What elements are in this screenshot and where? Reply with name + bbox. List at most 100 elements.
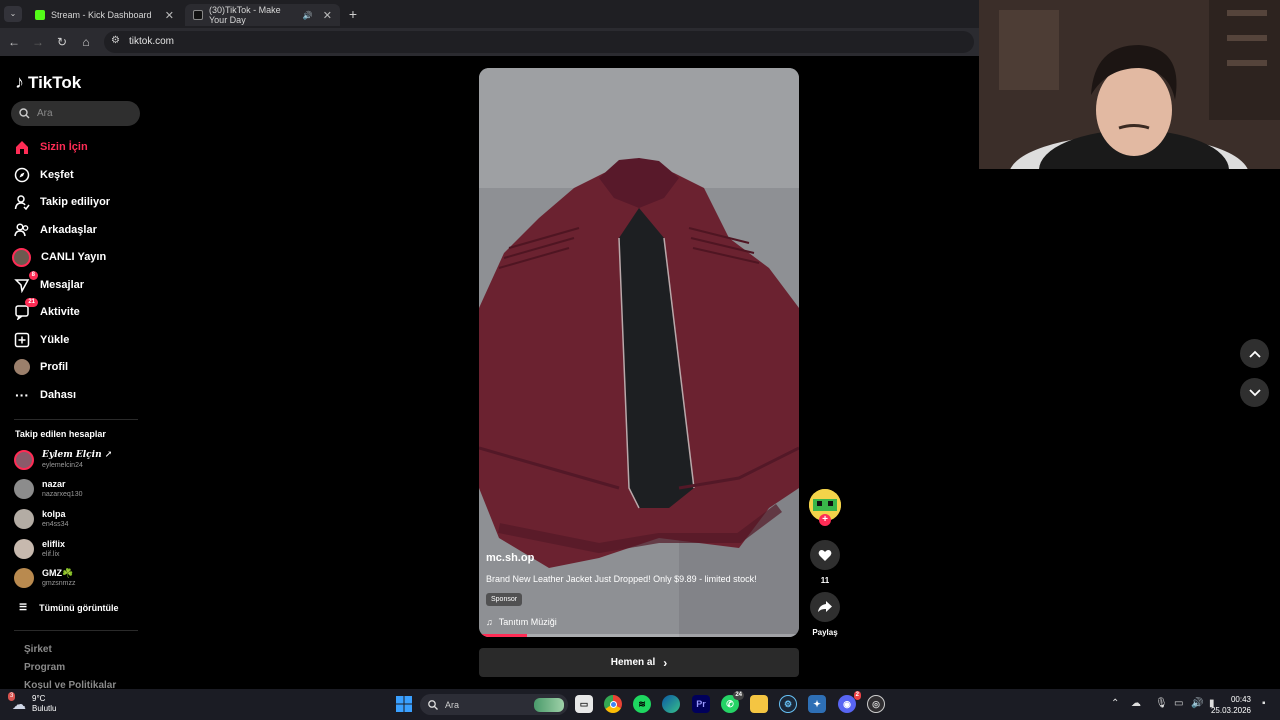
new-tab-button[interactable]: + [345,6,361,22]
onedrive-icon[interactable]: ☁ [1131,698,1141,709]
sidebar-divider [14,419,138,420]
tab-tiktok[interactable]: (30)TikTok - Make Your Day 🔊 ✕ [185,4,340,26]
tiktok-logo[interactable]: ♪ TikTok [15,72,81,93]
account-handle: eylemelcin24 [42,461,83,469]
sidebar-item-profile[interactable]: Profil [14,357,68,377]
sidebar-item-following[interactable]: Takip ediliyor [14,192,110,212]
sidebar-item-messages[interactable]: 8 Mesajlar [14,271,85,295]
tab-kick-dashboard[interactable]: Stream - Kick Dashboard ✕ [27,4,182,26]
followed-account[interactable]: 𝑬𝒚𝒍𝒆𝒎 𝑬𝒍ç𝒊𝒏 ↗ eylemelcin24 [14,448,112,472]
webcam-image [979,0,1280,169]
tiktok-note-icon: ♪ [15,72,24,92]
back-icon[interactable]: ← [6,34,22,50]
weather-widget[interactable]: ☁ 3 9°C Bulutlu [8,691,57,714]
following-accounts-title: Takip edilen hesaplar [15,429,106,439]
video-progress-bar[interactable] [479,634,799,637]
video-caption: Brand New Leather Jacket Just Dropped! O… [486,574,757,584]
messages-badge: 8 [28,271,38,280]
music-note-icon: ♫ [486,617,493,627]
search-highlight-image [534,697,564,712]
like-button[interactable] [810,540,840,570]
system-clock[interactable]: 00:43 25.03.2026 [1211,694,1251,716]
video-player[interactable]: mc.sh.op Brand New Leather Jacket Just D… [479,68,799,637]
taskbar-search[interactable]: Ara [420,694,568,715]
share-button[interactable] [810,592,840,622]
home-icon [14,139,30,155]
volume-icon[interactable]: 🔊 [1191,698,1203,709]
account-handle: nazarxeq130 [42,490,83,498]
close-tab-icon[interactable]: ✕ [165,9,174,22]
edge-icon[interactable] [662,695,680,713]
windows-start-icon[interactable] [395,695,413,713]
follow-plus-icon[interactable]: + [819,514,831,526]
followed-account[interactable]: kolpa en4ss34 [14,507,68,531]
chevron-right-icon: › [663,655,668,670]
url-bar[interactable]: ⚙ tiktok.com [104,31,974,53]
sidebar-item-more[interactable]: ··· Dahası [14,385,76,405]
taskbar-search-placeholder: Ara [445,699,460,710]
footer-link-company[interactable]: Şirket [24,644,52,655]
sidebar-item-friends[interactable]: Arkadaşlar [14,220,97,240]
network-icon[interactable]: ▭ [1174,698,1183,709]
sidebar-item-live[interactable]: CANLI Yayın [12,247,106,267]
sidebar-item-for-you[interactable]: Sizin İçin [14,137,88,157]
sidebar-item-label: Aktivite [40,306,80,318]
site-info-icon[interactable]: ⚙ [111,35,120,46]
tab-title: Stream - Kick Dashboard [51,10,152,20]
kick-icon [35,10,45,20]
profile-avatar-icon [14,359,30,375]
audio-playing-icon[interactable]: 🔊 [303,11,313,20]
reload-icon[interactable]: ↻ [54,34,70,50]
tray-overflow-icon[interactable]: ⌃ [1111,698,1119,709]
app-icon[interactable]: ✦ [808,695,826,713]
close-tab-icon[interactable]: ✕ [323,9,332,22]
cloud-icon: ☁ 3 [8,691,26,712]
sidebar-item-activity[interactable]: 21 Aktivite [14,298,80,322]
notifications-icon[interactable]: ▪ [1262,698,1266,709]
clock-date: 25.03.2026 [1210,706,1251,715]
browser-tab-strip: ⌄ Stream - Kick Dashboard ✕ (30)TikTok -… [0,0,980,28]
sidebar-item-explore[interactable]: Keşfet [14,165,74,185]
weather-temp: 9°C [32,694,46,703]
video-author[interactable]: mc.sh.op [486,552,534,564]
live-avatar-icon [12,247,31,267]
sidebar-item-label: Yükle [40,334,70,346]
music-link[interactable]: ♫ Tanıtım Müziği [486,617,557,627]
next-video-button[interactable] [1240,378,1269,407]
footer-link-program[interactable]: Program [24,662,65,673]
chrome-icon[interactable] [604,695,622,713]
discord-badge: 2 [853,691,861,700]
friends-icon [14,222,30,238]
see-all-button[interactable]: ☰ Tümünü görüntüle [19,602,119,613]
task-view-icon[interactable]: ▭ [575,695,593,713]
windows-taskbar: ☁ 3 9°C Bulutlu Ara ▭ ≋ Pr ✆ 24 ⚙ ✦ ◉ 2 ◎ ⌃ … [0,689,1280,720]
whatsapp-icon[interactable]: ✆ 24 [721,691,744,713]
weather-desc: Bulutlu [32,704,57,713]
previous-video-button[interactable] [1240,339,1269,368]
search-input[interactable]: Ara [11,101,140,126]
home-icon[interactable]: ⌂ [78,34,94,50]
file-explorer-icon[interactable] [750,695,768,713]
premiere-pro-icon[interactable]: Pr [692,695,710,713]
tab-list-button[interactable]: ⌄ [4,6,22,22]
discord-icon[interactable]: ◉ 2 [838,691,861,713]
spotify-icon[interactable]: ≋ [633,695,651,713]
sidebar-divider [14,630,138,631]
account-name: nazar [42,478,66,489]
sidebar-item-label: Mesajlar [40,279,85,291]
obs-icon[interactable]: ◎ [867,695,885,713]
followed-account[interactable]: nazar nazarxeq130 [14,477,82,501]
shop-now-button[interactable]: Hemen al › [479,648,799,677]
followed-account[interactable]: GMZ☘️ gmzsnmzz [14,566,75,590]
followed-account[interactable]: eliflix elif.lix [14,537,65,561]
share-arrow-icon [818,601,832,612]
search-placeholder: Ara [37,108,53,119]
music-title: Tanıtım Müziği [498,617,557,627]
sidebar-item-upload[interactable]: Yükle [14,330,69,350]
sidebar-item-label: Keşfet [40,169,74,181]
steam-icon[interactable]: ⚙ [779,695,797,713]
sidebar-item-label: Arkadaşlar [40,224,97,236]
microphone-icon[interactable]: 🎙 [1155,698,1168,709]
account-name: 𝑬𝒚𝒍𝒆𝒎 𝑬𝒍ç𝒊𝒏 ↗ [42,449,113,460]
forward-icon[interactable]: → [30,34,46,50]
